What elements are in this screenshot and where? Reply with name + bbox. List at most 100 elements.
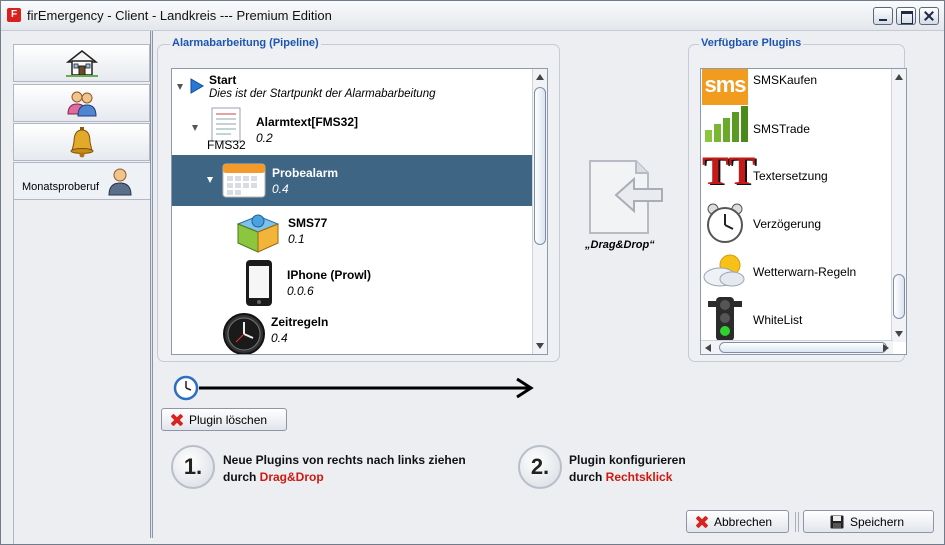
tree-node-sms77[interactable]: SMS77 0.1 [172, 206, 533, 257]
plugin-label: SMSTrade [753, 122, 810, 136]
scroll-up-arrow-icon[interactable] [536, 74, 544, 80]
scroll-right-arrow-icon[interactable] [883, 344, 889, 352]
node-description: Dies ist der Startpunkt der Alarmabarbei… [209, 88, 436, 100]
calendar-icon [222, 163, 266, 198]
tree-node-iphone[interactable]: IPhone (Prowl) 0.0.6 [172, 257, 533, 308]
expand-toggle[interactable] [192, 125, 198, 131]
clock-icon [223, 313, 265, 354]
node-version: 0.1 [288, 232, 305, 246]
tree-node-probealarm[interactable]: Probealarm 0.4 [172, 155, 533, 206]
drag-drop-label: „Drag&Drop“ [585, 239, 655, 251]
maximize-button[interactable] [896, 7, 916, 25]
expand-toggle[interactable] [207, 177, 213, 183]
plugin-label: Verzögerung [753, 217, 822, 231]
pipeline-timeline [173, 375, 534, 401]
tree-node-alarmtext[interactable]: FMS32 Alarmtext[FMS32] 0.2 [172, 105, 533, 155]
plugin-item-wetterwarn-regeln[interactable]: Wetterwarn-Regeln [701, 249, 893, 297]
step-2-line1: Plugin konfigurieren [569, 453, 686, 467]
bar-chart-icon [705, 106, 748, 142]
nav-tab-alarm[interactable] [13, 123, 150, 161]
pipeline-panel-title: Alarmabarbeitung (Pipeline) [170, 37, 321, 49]
scroll-down-arrow-icon[interactable] [895, 331, 903, 337]
scroll-up-arrow-icon[interactable] [895, 74, 903, 80]
node-version: 0.0.6 [287, 284, 314, 298]
plugins-horizontal-scrollbar[interactable] [701, 340, 893, 354]
delete-plugin-button[interactable]: Plugin löschen [161, 408, 287, 431]
node-name: SMS77 [288, 216, 328, 230]
scroll-left-arrow-icon[interactable] [705, 344, 711, 352]
icon-caption: FMS32 [207, 138, 246, 152]
plugin-label: WhiteList [753, 313, 803, 327]
window-title: firEmergency - Client - Landkreis --- Pr… [27, 8, 332, 23]
node-name: Start [209, 73, 237, 87]
close-button[interactable] [919, 7, 939, 25]
step-1-line1: Neue Plugins von rechts nach links ziehe… [223, 453, 466, 467]
plugins-panel: Verfügbare Plugins sms SMSKaufen SMSTrad… [688, 37, 907, 362]
step-1-line2: durch Drag&Drop [223, 469, 466, 486]
node-name: Probealarm [272, 166, 339, 180]
plugins-list[interactable]: sms SMSKaufen SMSTrade TT Textersetzung [700, 68, 907, 355]
pipeline-panel: Alarmabarbeitung (Pipeline) Start Dies i… [157, 37, 560, 362]
node-version: 0.4 [271, 331, 288, 345]
scrollbar-thumb[interactable] [893, 274, 905, 319]
node-version: 0.4 [272, 182, 289, 196]
nav-tab-users[interactable] [13, 84, 150, 122]
step-1-badge: 1. [171, 445, 215, 489]
cancel-label: Abbrechen [714, 514, 773, 529]
plugin-item-verzoegerung[interactable]: Verzögerung [701, 201, 893, 249]
splitter[interactable] [150, 31, 153, 538]
sms-box-icon [236, 214, 280, 253]
scrollbar-thumb[interactable] [534, 87, 546, 245]
cancel-icon [695, 515, 709, 529]
scroll-down-arrow-icon[interactable] [536, 343, 544, 349]
step-1-prefix: durch [223, 470, 260, 484]
step-2-prefix: durch [569, 470, 606, 484]
minimize-button[interactable] [873, 7, 893, 25]
save-button[interactable]: Speichern [803, 510, 934, 533]
delete-plugin-label: Plugin löschen [189, 412, 268, 427]
expand-toggle[interactable] [177, 84, 183, 90]
phone-icon [246, 260, 272, 306]
plugin-item-smstrade[interactable]: SMSTrade [701, 106, 893, 154]
nav-tab-label: Monatsproberuf [22, 181, 100, 193]
step-2-highlight: Rechtsklick [605, 470, 673, 484]
users-icon [66, 91, 97, 117]
plugins-vertical-scrollbar[interactable] [891, 69, 906, 342]
plugin-item-whitelist[interactable]: WhiteList [701, 297, 893, 345]
plugin-label: Wetterwarn-Regeln [753, 265, 857, 279]
plugins-panel-title: Verfügbare Plugins [699, 37, 804, 49]
plugin-label: SMSKaufen [753, 73, 818, 87]
cancel-button[interactable]: Abbrechen [686, 510, 789, 533]
step-2-line2: durch Rechtsklick [569, 469, 686, 486]
bell-icon [70, 127, 93, 158]
user-icon [108, 168, 132, 196]
nav-panel-frame [13, 200, 151, 544]
nav-tab-monatsproberuf[interactable]: Monatsproberuf [13, 162, 151, 200]
node-name: Zeitregeln [271, 315, 329, 329]
house-icon [65, 50, 98, 77]
app-window: F firEmergency - Client - Landkreis --- … [0, 0, 945, 545]
node-version: 0.2 [256, 131, 273, 145]
scrollbar-thumb[interactable] [719, 342, 887, 353]
step-2-badge: 2. [518, 445, 562, 489]
tree-node-zeitregeln[interactable]: Zeitregeln 0.4 [172, 308, 533, 354]
step-1-highlight: Drag&Drop [259, 470, 324, 484]
pipeline-tree[interactable]: Start Dies ist der Startpunkt der Alarma… [171, 68, 548, 355]
button-separator [795, 512, 799, 532]
text-replace-icon: TT [702, 148, 756, 193]
plugin-item-textersetzung[interactable]: TT Textersetzung [701, 148, 893, 201]
floppy-disk-icon [830, 515, 844, 528]
play-icon [190, 78, 204, 94]
side-navigation: Monatsproberuf [1, 31, 153, 544]
nav-tab-home[interactable] [13, 44, 150, 82]
node-name: IPhone (Prowl) [287, 268, 371, 282]
tree-node-start[interactable]: Start Dies ist der Startpunkt der Alarma… [172, 69, 533, 105]
title-bar[interactable]: F firEmergency - Client - Landkreis --- … [1, 1, 944, 31]
step-2-text: Plugin konfigurieren durch Rechtsklick [569, 452, 686, 486]
weather-icon [703, 254, 745, 287]
drag-drop-icon [589, 160, 663, 234]
pipeline-scrollbar[interactable] [532, 69, 547, 354]
save-label: Speichern [850, 514, 905, 529]
timer-icon [173, 375, 199, 401]
step-1-text: Neue Plugins von rechts nach links ziehe… [223, 452, 466, 486]
